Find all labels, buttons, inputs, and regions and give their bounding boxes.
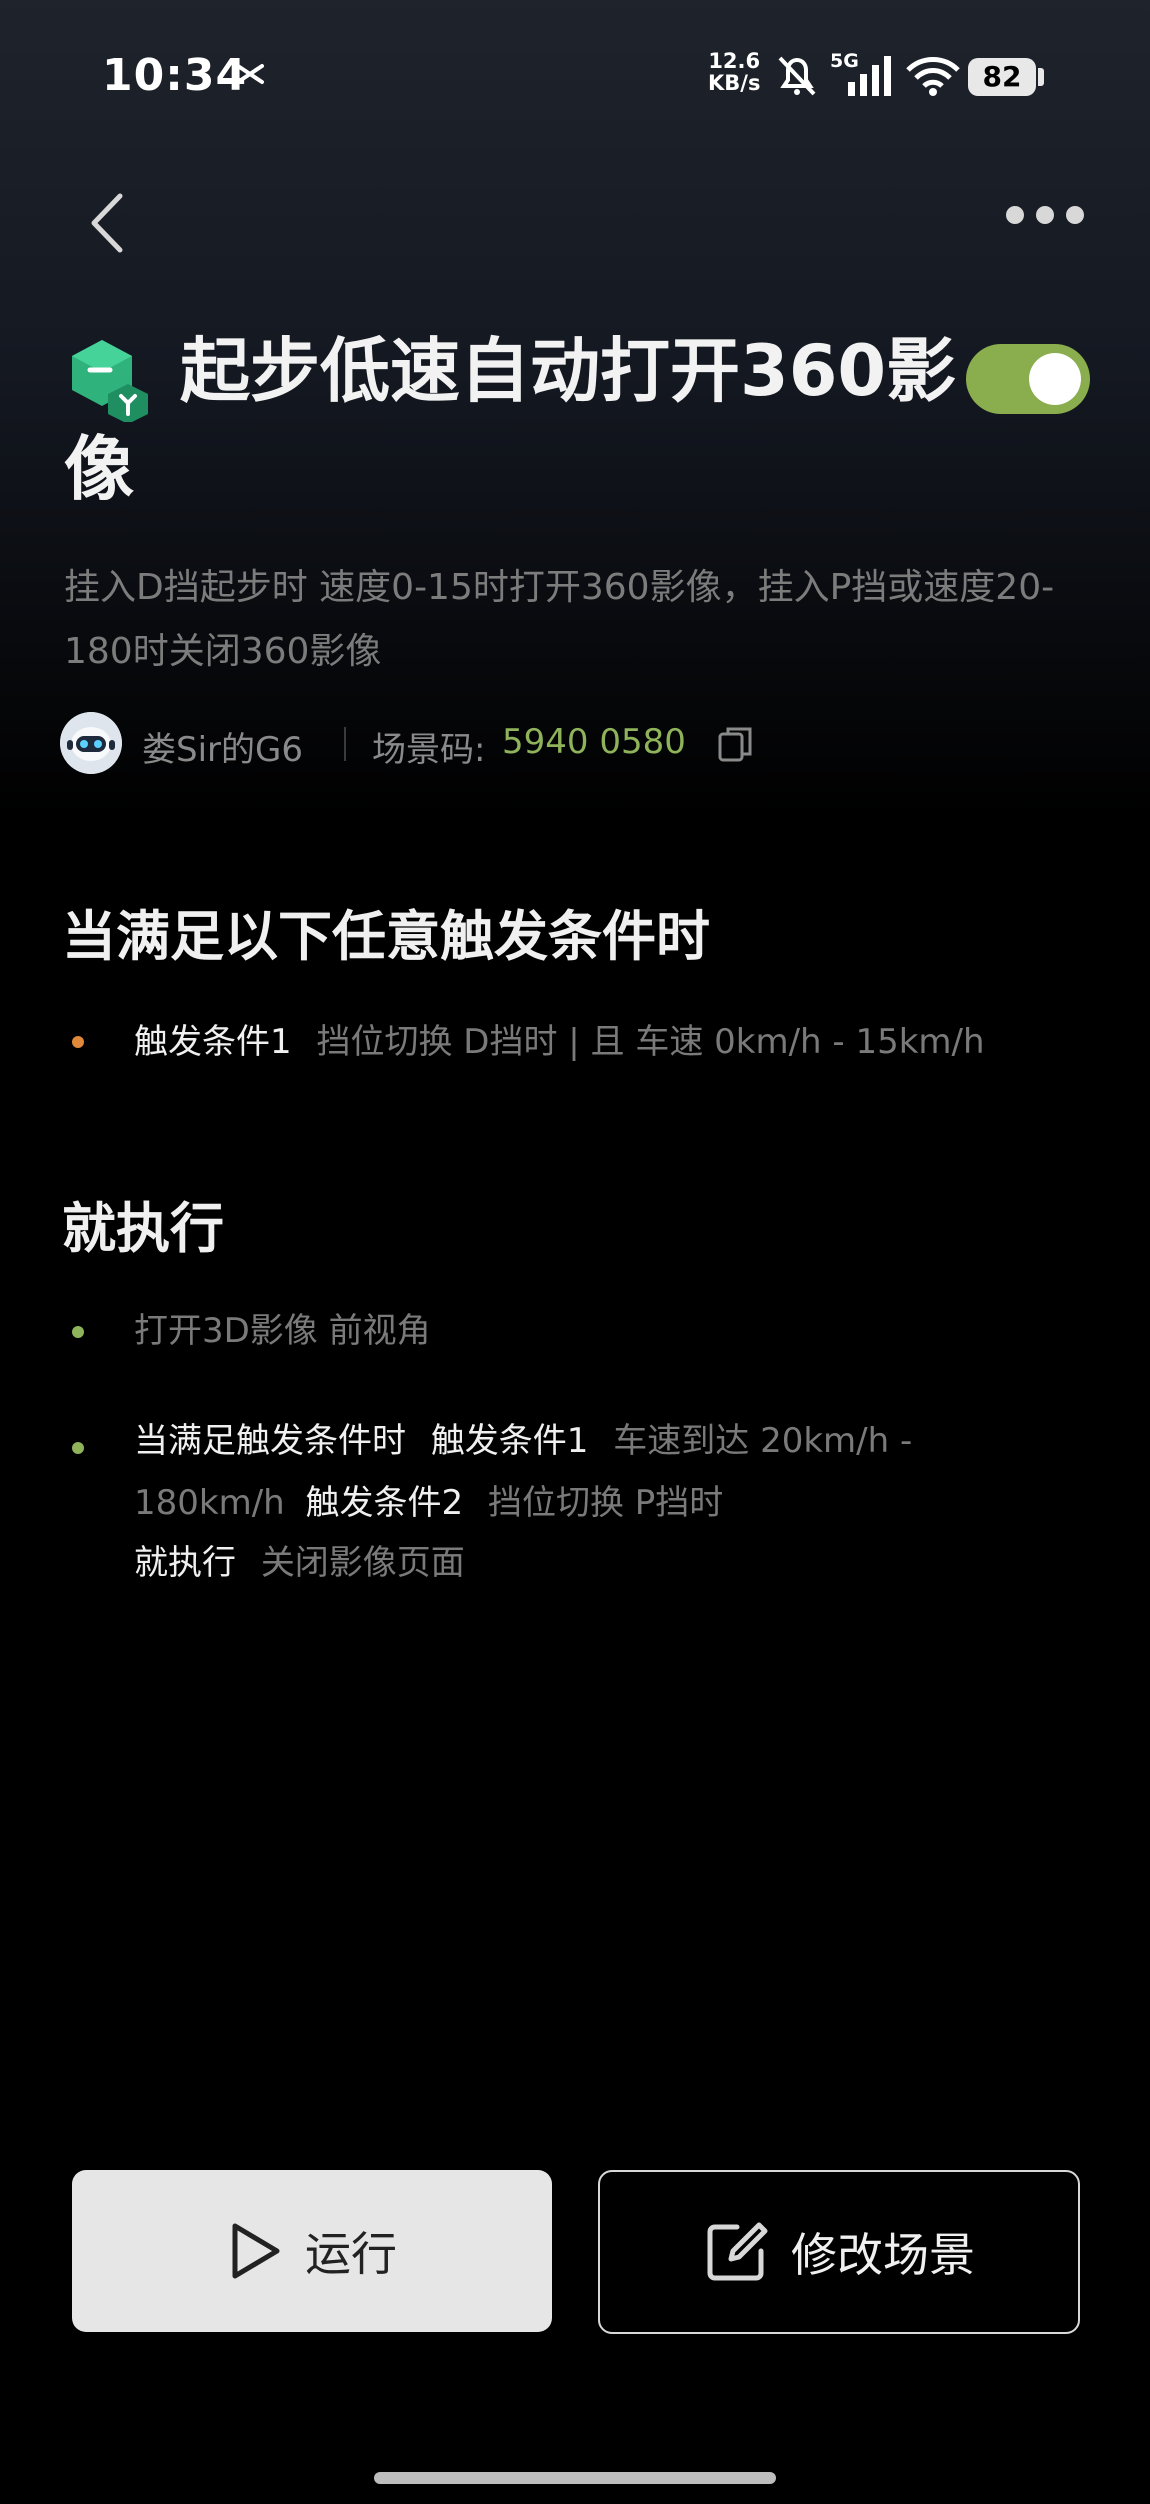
scene-code-label: 场景码: [372, 730, 486, 770]
more-dot-icon [1066, 206, 1084, 224]
edit-button-label: 修改场景 [791, 2228, 975, 2282]
battery-tip [1038, 68, 1044, 86]
action-item-1-text: 打开3D影像 前视角 [134, 1311, 431, 1351]
net-speed-value: 12.6 [708, 49, 761, 73]
action-then-label: 就执行 [134, 1543, 236, 1583]
app-notification-icon [236, 64, 264, 84]
action-item-1: 打开3D影像 前视角 [134, 1300, 431, 1362]
copy-icon[interactable] [716, 724, 756, 764]
mute-bell-icon [778, 56, 816, 96]
scene-description: 挂入D挡起步时 速度0-15时打开360影像，挂入P挡或速度20-180时关闭3… [64, 567, 1055, 672]
robot-avatar-icon [60, 712, 122, 774]
more-dot-icon [1036, 206, 1054, 224]
battery-indicator: 82 [968, 58, 1036, 96]
scene-code-value: 5940 0580 [502, 722, 686, 762]
trigger-section-heading: 当满足以下任意触发条件时 [62, 905, 710, 968]
author-avatar[interactable] [60, 712, 122, 774]
net-speed: 12.6 KB/s [708, 50, 760, 94]
author-divider [344, 727, 346, 761]
edit-icon [707, 2222, 768, 2281]
more-options-button[interactable] [1006, 206, 1116, 238]
action-cond2-detail: 挡位切换 P挡时 [487, 1483, 724, 1523]
scene-title: 起步低速自动打开360影像 [64, 330, 957, 510]
status-bar: 10:34 12.6 KB/s 5G 82 [0, 0, 1150, 150]
action-item-2-prefix: 当满足触发条件时 [134, 1421, 406, 1461]
back-arrow-icon[interactable] [80, 188, 136, 258]
action-cond2-name: 触发条件2 [305, 1483, 464, 1523]
home-indicator[interactable] [374, 2472, 776, 2484]
action-section-heading: 就执行 [62, 1197, 224, 1260]
net-speed-unit: KB/s [708, 71, 761, 95]
wifi-icon [906, 57, 960, 96]
trigger-item: 触发条件1 挡位切换 D挡时 | 且 车速 0km/h - 15km/h [134, 1011, 985, 1073]
signal-icon [848, 56, 891, 96]
action-item-2-line-1: 当满足触发条件时 触发条件1 车速到达 20km/h - [134, 1410, 912, 1472]
status-time: 10:34 [102, 50, 248, 101]
action-item-2-line-2: 180km/h 触发条件2 挡位切换 P挡时 [134, 1472, 723, 1534]
author-name[interactable]: 娄Sir的G6 [142, 722, 303, 771]
trigger-detail: 挡位切换 D挡时 | 且 车速 0km/h - 15km/h [316, 1022, 985, 1062]
action-cond1-name: 触发条件1 [430, 1421, 589, 1461]
run-button-label: 运行 [305, 2227, 397, 2281]
action-bullet [72, 1326, 84, 1338]
action-bullet [72, 1442, 84, 1454]
action-item-2-line-3: 就执行 关闭影像页面 [134, 1532, 465, 1594]
action-cond1-detail-b: 180km/h [134, 1483, 285, 1523]
trigger-bullet [72, 1036, 84, 1048]
trigger-name: 触发条件1 [134, 1022, 292, 1062]
action-cond1-detail-a: 车速到达 20km/h - [613, 1421, 913, 1461]
play-icon [232, 2223, 280, 2279]
more-dot-icon [1006, 206, 1024, 224]
scene-enable-toggle[interactable] [966, 344, 1090, 414]
edit-scene-button[interactable]: 修改场景 [598, 2170, 1080, 2334]
action-then-detail: 关闭影像页面 [260, 1543, 465, 1583]
run-button[interactable]: 运行 [72, 2170, 552, 2332]
toggle-knob [1029, 353, 1081, 405]
